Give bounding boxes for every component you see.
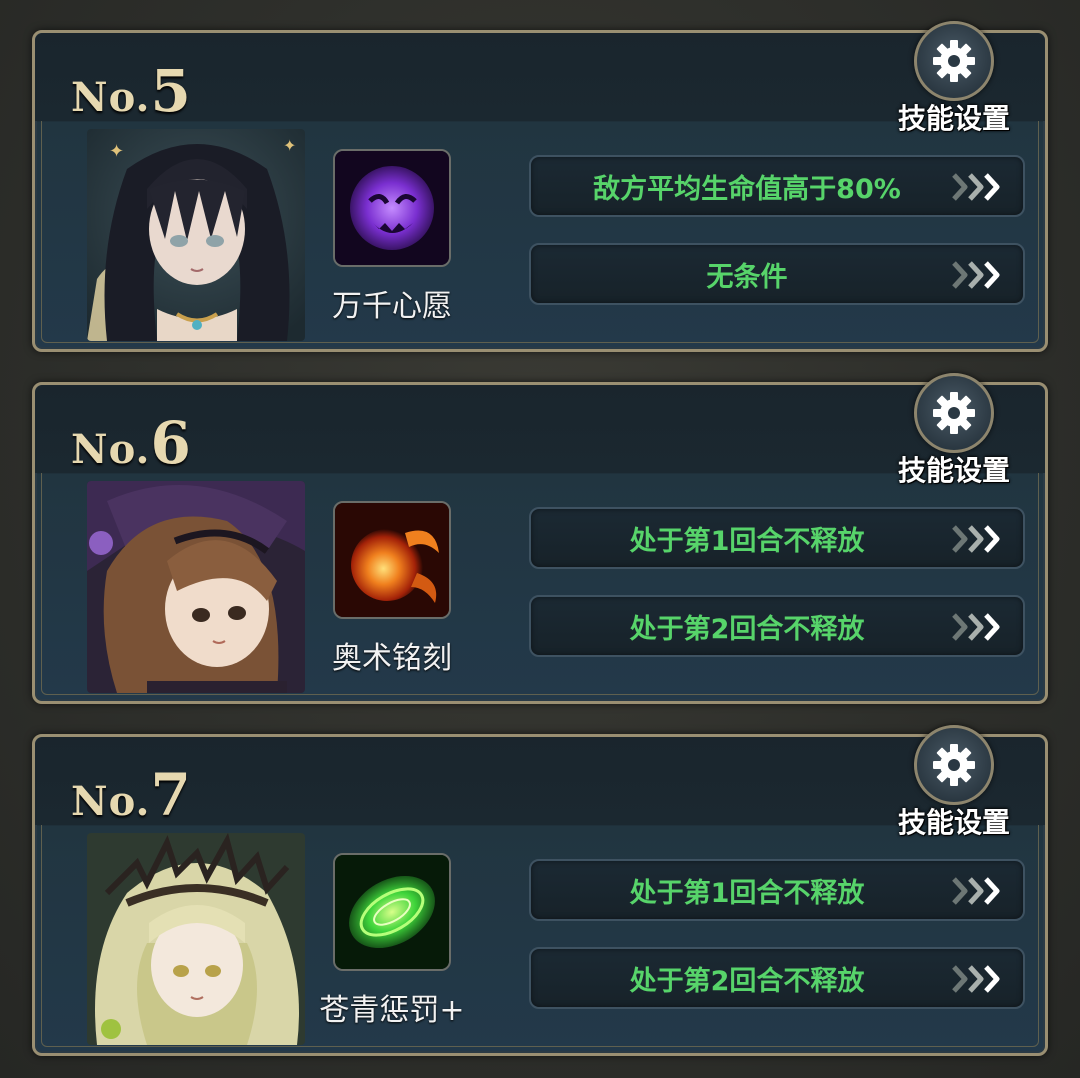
character-portrait [87, 833, 305, 1045]
triple-chevron-right-icon [952, 261, 1000, 289]
skill-settings-label: 技能设置 [897, 454, 1010, 487]
triple-chevron-right-icon [952, 877, 1000, 905]
skill-card-6: No.6 技能设置 奥术铭刻 处于第1回合不释放 处于第2回合不释放 [32, 373, 1048, 704]
condition-text: 处于第1回合不释放 [629, 525, 865, 557]
rank-label: No.5 [71, 57, 192, 125]
gear-icon [914, 373, 994, 453]
character-portrait: ✦ ✦ [87, 129, 305, 341]
condition-slot-1[interactable]: 处于第1回合不释放 [529, 859, 1025, 921]
condition-text: 处于第2回合不释放 [629, 613, 865, 645]
triple-chevron-right-icon [952, 965, 1000, 993]
skill-settings-label: 技能设置 [897, 806, 1010, 839]
condition-slot-1[interactable]: 敌方平均生命值高于80% [529, 155, 1025, 217]
gear-icon [914, 21, 994, 101]
skill-name: 奥术铭刻 [332, 641, 452, 676]
skill-icon[interactable] [333, 149, 451, 267]
skill-icon[interactable] [333, 501, 451, 619]
condition-slot-2[interactable]: 处于第2回合不释放 [529, 947, 1025, 1009]
condition-slot-2[interactable]: 处于第2回合不释放 [529, 595, 1025, 657]
skill-name: 万千心愿 [332, 289, 452, 324]
condition-text: 敌方平均生命值高于80% [593, 173, 901, 205]
rank-label: No.6 [71, 409, 192, 477]
skill-settings-button[interactable]: 技能设置 [889, 21, 1019, 135]
skill-settings-button[interactable]: 技能设置 [889, 373, 1019, 487]
triple-chevron-right-icon [952, 613, 1000, 641]
skill-card-5: No.5 技能设置 ✦ ✦ 万千心愿 敌方平均生命值高于80% 无条件 [32, 21, 1048, 352]
skill-icon[interactable] [333, 853, 451, 971]
svg-text:✦: ✦ [109, 141, 124, 162]
svg-text:✦: ✦ [283, 136, 296, 155]
skill-settings-button[interactable]: 技能设置 [889, 725, 1019, 839]
character-portrait [87, 481, 305, 693]
condition-text: 处于第1回合不释放 [629, 877, 865, 909]
triple-chevron-right-icon [952, 173, 1000, 201]
triple-chevron-right-icon [952, 525, 1000, 553]
skill-card-7: No.7 技能设置 苍青惩罚+ 处于第1回合不释放 处于第2回合不释放 [32, 725, 1048, 1056]
skill-settings-label: 技能设置 [897, 102, 1010, 135]
condition-slot-1[interactable]: 处于第1回合不释放 [529, 507, 1025, 569]
skill-name: 苍青惩罚+ [319, 993, 465, 1028]
rank-label: No.7 [71, 761, 192, 829]
condition-text: 无条件 [706, 261, 788, 293]
condition-text: 处于第2回合不释放 [629, 965, 865, 997]
gear-icon [914, 725, 994, 805]
condition-slot-2[interactable]: 无条件 [529, 243, 1025, 305]
